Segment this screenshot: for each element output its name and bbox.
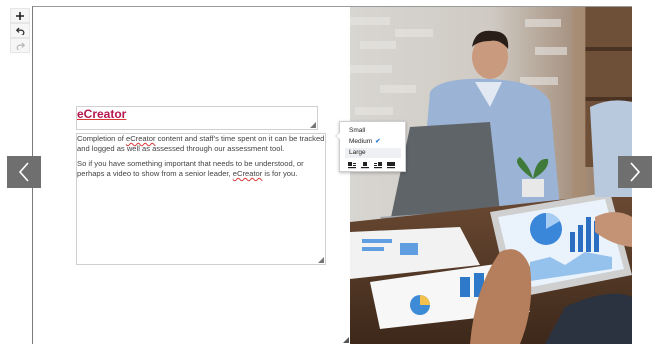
align-full-icon[interactable] bbox=[387, 162, 395, 169]
resize-handle-icon[interactable] bbox=[310, 122, 316, 128]
next-page-button[interactable] bbox=[618, 156, 652, 188]
redo-button[interactable] bbox=[10, 38, 30, 53]
align-center-icon[interactable] bbox=[361, 162, 369, 169]
body-textbox[interactable]: Completion of eCreator content and staff… bbox=[76, 133, 326, 265]
paragraph-2: So if you have something important that … bbox=[77, 159, 304, 178]
previous-page-button[interactable] bbox=[7, 156, 41, 188]
spelling-flag: eCreator bbox=[232, 169, 263, 178]
redo-icon bbox=[16, 42, 25, 50]
page-title: eCreator bbox=[77, 107, 127, 121]
photo-illustration bbox=[350, 7, 632, 344]
align-left-icon[interactable] bbox=[348, 162, 356, 169]
checkmark-icon: ✔ bbox=[375, 138, 381, 145]
image-align-row bbox=[348, 162, 395, 169]
title-textbox[interactable]: eCreator bbox=[76, 106, 318, 130]
align-right-icon[interactable] bbox=[374, 162, 382, 169]
chevron-right-icon bbox=[630, 162, 641, 182]
image-size-menu: Small Medium ✔ Large bbox=[335, 121, 406, 172]
editor-stage: eCreator Completion of eCreator content … bbox=[0, 0, 652, 344]
paragraph-1: Completion of eCreator content and staff… bbox=[77, 134, 325, 153]
undo-button[interactable] bbox=[10, 23, 30, 38]
size-option-medium-label: Medium bbox=[349, 138, 373, 145]
body-text: Completion of eCreator content and staff… bbox=[77, 134, 325, 184]
editor-toolbar bbox=[10, 8, 30, 53]
plus-icon bbox=[16, 11, 24, 20]
spelling-flag: eCreator bbox=[125, 134, 156, 143]
office-meeting-photo[interactable] bbox=[350, 7, 632, 344]
resize-handle-icon[interactable] bbox=[343, 337, 349, 343]
resize-handle-icon[interactable] bbox=[318, 257, 324, 263]
size-option-large[interactable]: Large bbox=[345, 148, 401, 158]
size-option-medium[interactable]: Medium ✔ bbox=[349, 137, 381, 147]
undo-icon bbox=[15, 27, 24, 35]
add-button[interactable] bbox=[10, 8, 30, 23]
chevron-left-icon bbox=[18, 162, 29, 182]
size-option-small[interactable]: Small bbox=[349, 126, 365, 136]
